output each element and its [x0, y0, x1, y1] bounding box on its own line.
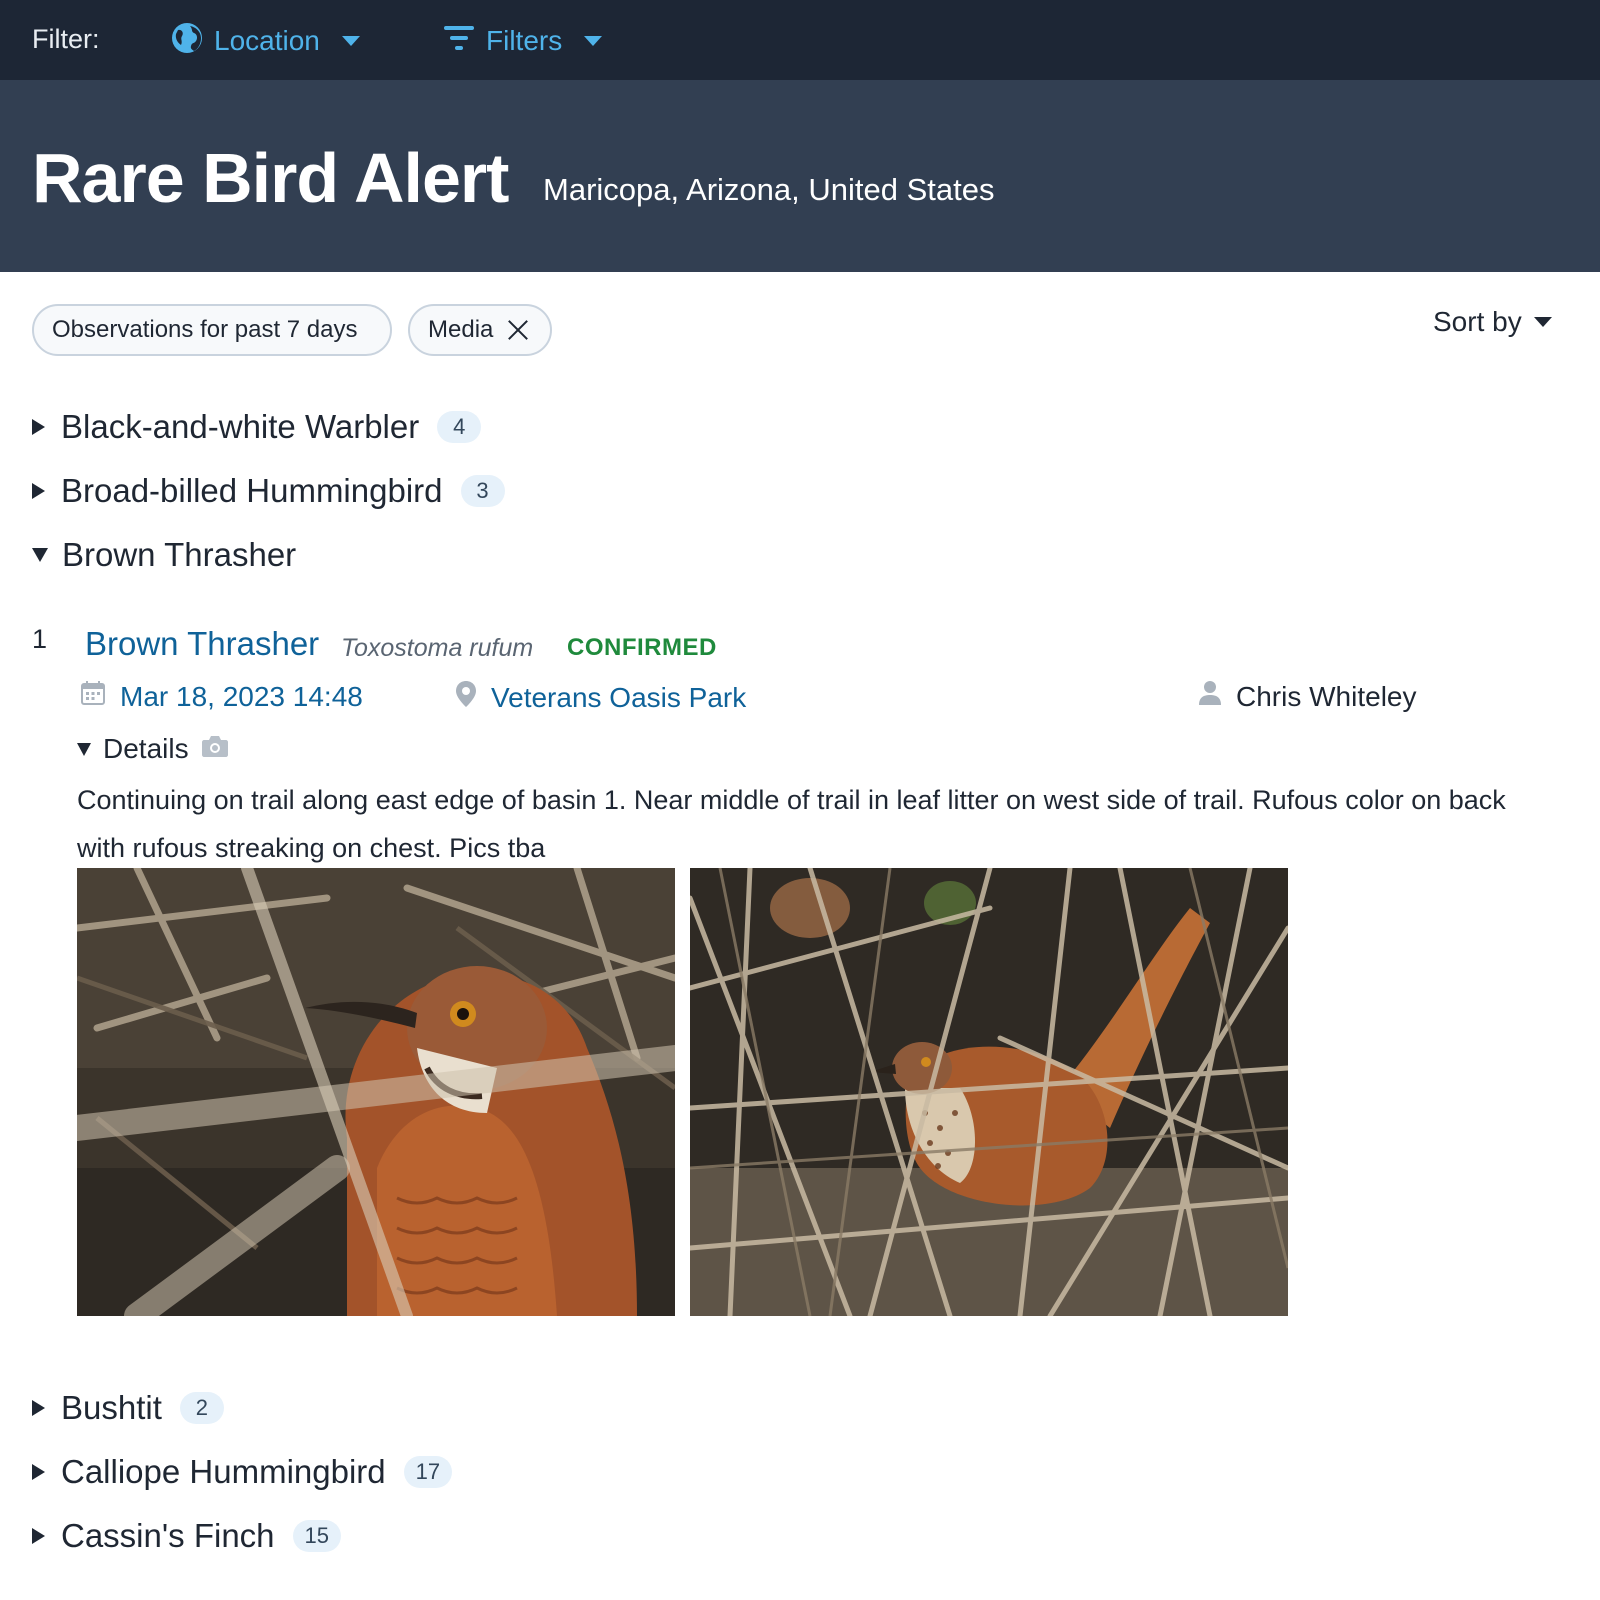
expand-arrow-icon [32, 1464, 45, 1480]
chevron-down-icon [584, 36, 603, 46]
species-row[interactable]: Cassin's Finch 15 [32, 1517, 342, 1555]
species-name: Black-and-white Warbler [61, 408, 420, 445]
collapse-arrow-icon [77, 742, 91, 756]
species-row[interactable]: Bushtit 2 [32, 1389, 224, 1427]
species-count-badge: 17 [403, 1456, 453, 1488]
observer: Chris Whiteley [1198, 680, 1416, 713]
close-icon[interactable] [507, 319, 529, 341]
bird-photo[interactable] [690, 868, 1288, 1316]
species-count-badge: 4 [437, 411, 482, 443]
species-count-badge: 2 [179, 1392, 224, 1424]
filter-icon [442, 23, 476, 60]
bird-photo[interactable] [77, 868, 675, 1316]
observations-period-label: Observations for past 7 days [52, 316, 358, 343]
scientific-name: Toxostoma rufum [341, 634, 534, 662]
details-label: Details [103, 733, 189, 764]
filter-bar: Filter: Location Filters [0, 0, 1600, 80]
media-chip-label: Media [428, 316, 494, 343]
location-pin-icon [455, 680, 491, 715]
filter-label: Filter: [32, 24, 100, 54]
species-count-badge: 15 [292, 1520, 342, 1552]
observation-location: Veterans Oasis Park [491, 681, 747, 713]
species-row[interactable]: Calliope Hummingbird 17 [32, 1453, 453, 1491]
filters-button[interactable]: Filters [442, 20, 603, 62]
observation-location-link[interactable]: Veterans Oasis Park [455, 680, 746, 715]
species-name: Bushtit [61, 1389, 162, 1426]
chevron-down-icon [341, 36, 360, 46]
observation-date: Mar 18, 2023 14:48 [120, 680, 363, 712]
species-row-expanded[interactable]: Brown Thrasher [32, 536, 296, 574]
filters-label: Filters [486, 25, 563, 56]
expand-arrow-icon [32, 483, 45, 499]
species-name: Cassin's Finch [61, 1517, 275, 1554]
observation-number: 1 [32, 624, 48, 654]
expand-arrow-icon [32, 419, 45, 435]
page-subtitle: Maricopa, Arizona, United States [543, 172, 995, 207]
species-name: Broad-billed Hummingbird [61, 472, 443, 509]
collapse-arrow-icon [32, 548, 48, 562]
sort-by-label: Sort by [1433, 306, 1522, 337]
species-row[interactable]: Broad-billed Hummingbird 3 [32, 472, 505, 510]
species-row[interactable]: Black-and-white Warbler 4 [32, 408, 482, 446]
camera-icon [189, 733, 229, 765]
status-badge: CONFIRMED [567, 634, 717, 661]
location-filter-label: Location [214, 25, 320, 56]
location-filter-button[interactable]: Location [170, 20, 360, 62]
sort-by-button[interactable]: Sort by [1433, 306, 1552, 338]
observation-date-link[interactable]: Mar 18, 2023 14:48 [80, 680, 363, 713]
observation-species-link[interactable]: Brown Thrasher [85, 625, 319, 663]
page-title: Rare Bird Alert [32, 139, 509, 217]
species-name: Calliope Hummingbird [61, 1453, 386, 1490]
observation-comments: Continuing on trail along east edge of b… [77, 785, 1506, 863]
globe-icon [170, 21, 204, 62]
calendar-icon [80, 680, 120, 713]
species-count-badge: 3 [460, 475, 505, 507]
expand-arrow-icon [32, 1528, 45, 1544]
observations-period-chip[interactable]: Observations for past 7 days [32, 304, 392, 356]
chevron-down-icon [1533, 317, 1552, 327]
details-toggle[interactable]: Details [77, 733, 229, 765]
expand-arrow-icon [32, 1400, 45, 1416]
media-chip: Media [408, 304, 552, 356]
person-icon [1198, 680, 1236, 713]
species-name: Brown Thrasher [62, 536, 297, 573]
observer-name: Chris Whiteley [1236, 680, 1417, 712]
page-header: Rare Bird Alert Maricopa, Arizona, Unite… [0, 80, 1600, 272]
